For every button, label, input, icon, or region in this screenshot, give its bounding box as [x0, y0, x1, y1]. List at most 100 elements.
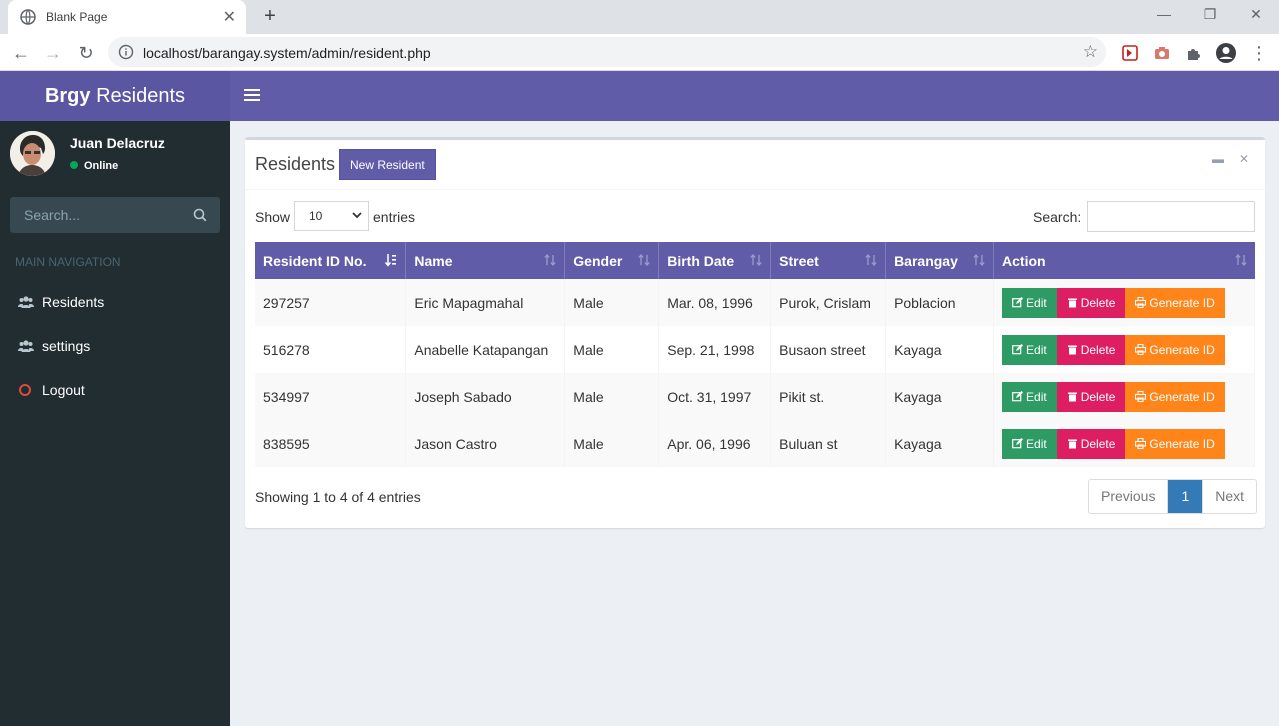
cell-gender: Male [564, 420, 660, 467]
column-header-gender[interactable]: Gender [564, 242, 660, 279]
print-icon [1135, 437, 1147, 449]
table-info-text: Showing 1 to 4 of 4 entries [255, 489, 421, 505]
print-icon [1135, 390, 1147, 402]
close-tab-icon[interactable]: ✕ [223, 7, 236, 27]
table-search-label: Search: [1033, 209, 1082, 225]
profile-icon[interactable] [1215, 42, 1237, 64]
table-row: 534997 Joseph Sabado Male Oct. 31, 1997 … [255, 373, 1255, 420]
generate-id-button[interactable]: Generate ID [1125, 287, 1225, 318]
entries-length-select[interactable]: 10 [294, 201, 369, 231]
cell-barangay: Kayaga [885, 326, 995, 373]
cell-birth-date: Oct. 31, 1997 [658, 373, 772, 420]
cell-name: Anabelle Katapangan [405, 326, 566, 373]
delete-button[interactable]: Delete [1056, 428, 1126, 459]
next-page-button[interactable]: Next [1202, 480, 1256, 513]
puzzle-icon[interactable] [1184, 43, 1204, 63]
column-header-birth-date[interactable]: Birth Date [658, 242, 772, 279]
edit-button[interactable]: Edit [1002, 287, 1057, 318]
column-header-street[interactable]: Street [770, 242, 887, 279]
cell-name: Joseph Sabado [405, 373, 566, 420]
edit-icon [1012, 437, 1024, 448]
cell-street: Pikit st. [770, 373, 887, 420]
forward-icon[interactable]: → [40, 40, 66, 66]
search-icon[interactable] [193, 208, 207, 222]
address-bar[interactable]: localhost/barangay.system/admin/resident… [108, 37, 1106, 67]
residents-box: Residents New Resident ▬ ✕ Show 10 entri… [245, 137, 1265, 528]
table-row: 516278 Anabelle Katapangan Male Sep. 21,… [255, 326, 1255, 373]
user-status: Online [70, 160, 118, 172]
browser-toolbar: ← → ↻ localhost/barangay.system/admin/re… [0, 34, 1279, 71]
browser-tab[interactable]: Blank Page ✕ [8, 0, 246, 34]
chevron-down-icon [352, 212, 362, 219]
bookmark-star-icon[interactable]: ☆ [1083, 42, 1098, 62]
sidebar-item-label: Logout [42, 382, 85, 398]
hamburger-menu-icon[interactable] [244, 86, 260, 106]
trash-icon [1067, 298, 1077, 307]
table-search-input[interactable] [1087, 201, 1255, 232]
url-text: localhost/barangay.system/admin/resident… [143, 45, 431, 61]
delete-button[interactable]: Delete [1056, 287, 1126, 318]
cell-id: 516278 [255, 326, 407, 373]
column-header-name[interactable]: Name [405, 242, 566, 279]
reload-icon[interactable]: ↻ [73, 40, 99, 66]
restore-window-button[interactable]: ❐ [1187, 0, 1233, 30]
new-tab-button[interactable]: + [258, 4, 282, 28]
extension-icon[interactable] [1120, 43, 1140, 63]
users-icon [18, 296, 34, 308]
page-1-button[interactable]: 1 [1168, 480, 1203, 513]
top-navbar [230, 71, 1279, 121]
user-avatar-image [10, 131, 55, 176]
sidebar-section-header: MAIN NAVIGATION [15, 255, 121, 269]
table-row: 297257 Eric Mapagmahal Male Mar. 08, 199… [255, 279, 1255, 326]
sidebar-item-residents[interactable]: Residents [0, 280, 230, 324]
cell-id: 534997 [255, 373, 407, 420]
cell-street: Busaon street [770, 326, 887, 373]
users-icon [18, 340, 34, 352]
generate-id-button[interactable]: Generate ID [1125, 334, 1225, 365]
delete-button[interactable]: Delete [1056, 381, 1126, 412]
sort-icon [638, 254, 650, 266]
user-name: Juan Delacruz [70, 135, 165, 151]
sidebar-search-input[interactable] [10, 197, 185, 233]
close-box-icon[interactable]: ✕ [1237, 152, 1251, 166]
generate-id-button[interactable]: Generate ID [1125, 381, 1225, 412]
generate-id-button[interactable]: Generate ID [1125, 428, 1225, 459]
column-header-action[interactable]: Action [993, 242, 1255, 279]
sort-desc-icon [385, 254, 397, 267]
previous-page-button[interactable]: Previous [1089, 480, 1169, 513]
edit-button[interactable]: Edit [1002, 334, 1057, 365]
app-logo[interactable]: Brgy Residents [0, 71, 230, 121]
tab-title: Blank Page [46, 10, 108, 24]
trash-icon [1067, 345, 1077, 354]
column-header-id[interactable]: Resident ID No. [255, 242, 407, 279]
sort-icon [865, 254, 877, 266]
edit-button[interactable]: Edit [1002, 428, 1057, 459]
globe-icon [20, 9, 36, 25]
sidebar-item-settings[interactable]: settings [0, 324, 230, 368]
online-dot-icon [70, 161, 78, 169]
delete-button[interactable]: Delete [1056, 334, 1126, 365]
cell-birth-date: Mar. 08, 1996 [658, 279, 772, 326]
cell-barangay: Poblacion [885, 279, 995, 326]
edit-icon [1012, 390, 1024, 401]
sort-icon [1234, 254, 1247, 266]
sidebar-item-label: Residents [42, 294, 105, 310]
minimize-window-button[interactable]: — [1141, 0, 1187, 30]
close-window-button[interactable]: ✕ [1233, 0, 1279, 30]
back-icon[interactable]: ← [8, 40, 34, 66]
sidebar-item-logout[interactable]: Logout [0, 368, 230, 412]
camera-icon[interactable] [1152, 43, 1172, 63]
sort-icon [973, 254, 985, 266]
entries-label: entries [373, 209, 416, 225]
edit-button[interactable]: Edit [1002, 381, 1057, 412]
menu-kebab-icon[interactable]: ⋮ [1246, 40, 1272, 66]
pagination: Previous 1 Next [1088, 479, 1258, 514]
info-icon[interactable] [118, 44, 134, 60]
minimize-box-icon[interactable]: ▬ [1211, 152, 1225, 166]
cell-name: Jason Castro [405, 420, 566, 467]
new-resident-button[interactable]: New Resident [339, 149, 436, 180]
cell-gender: Male [564, 373, 660, 420]
edit-icon [1012, 296, 1024, 307]
trash-icon [1067, 439, 1077, 448]
column-header-barangay[interactable]: Barangay [885, 242, 995, 279]
